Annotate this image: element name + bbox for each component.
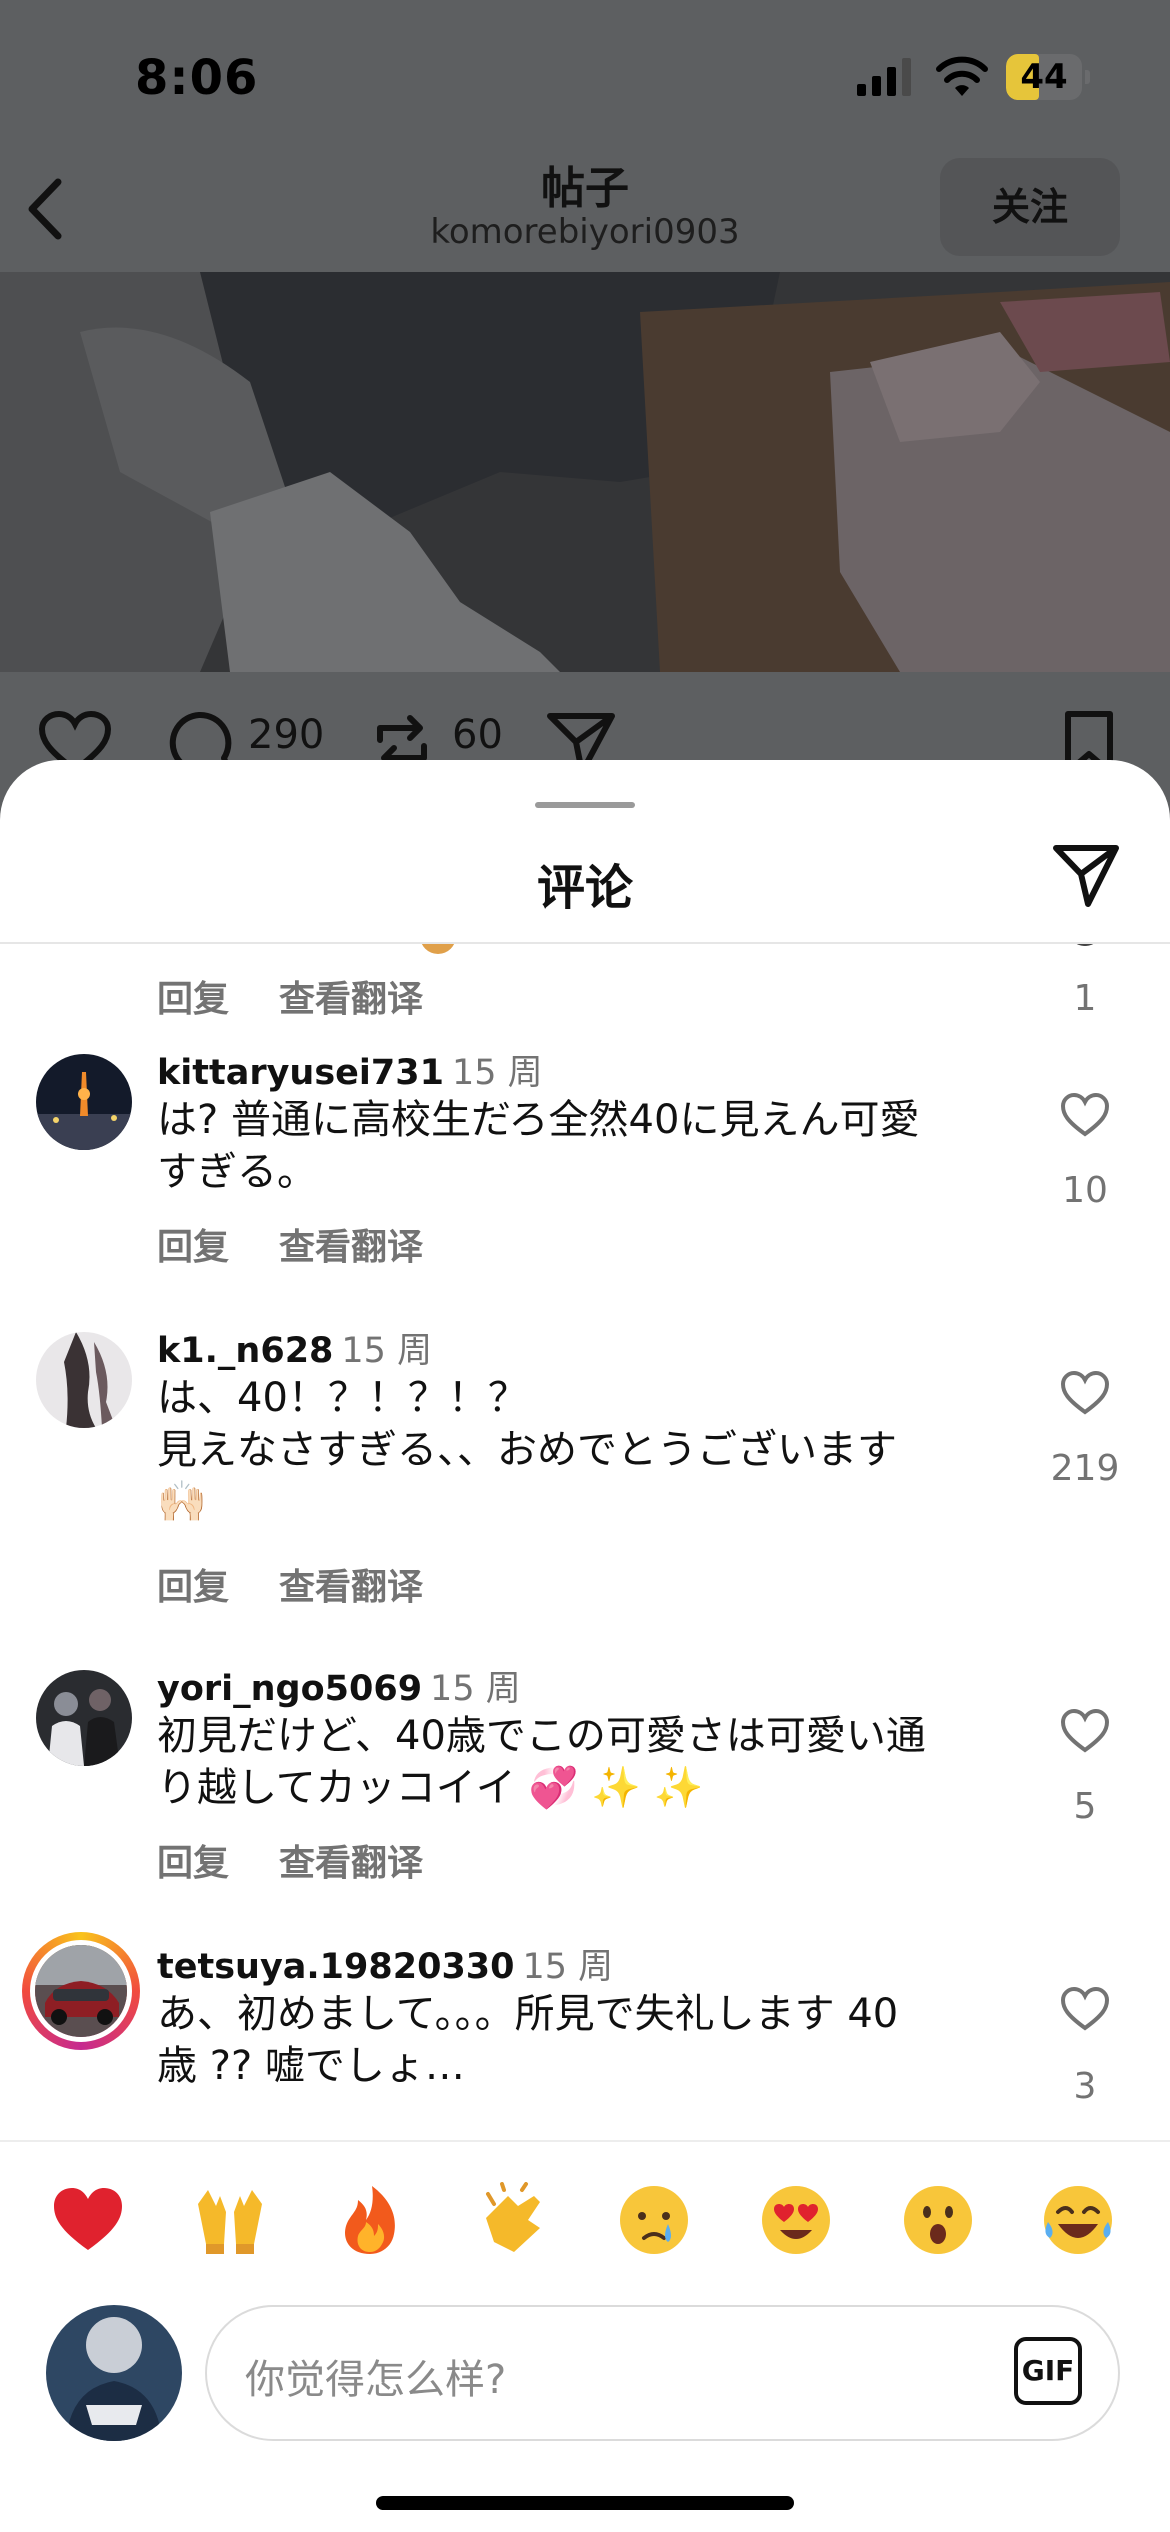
surprised-face-emoji-icon[interactable]: [900, 2182, 976, 2258]
reply-button[interactable]: 回复: [157, 979, 229, 1020]
comment-list[interactable]: 回复 查看翻译 1 kittaryusei731 15 周 は? 普通に高校生だろ全…: [0, 944, 1170, 2140]
like-icon[interactable]: [1060, 1370, 1110, 1416]
comment-time: 15 周: [430, 1669, 521, 1709]
heart-emoji-icon[interactable]: [50, 2182, 126, 2258]
comment-text: は? 普通に高校生だろ全然40に見えん可愛 すぎる。: [157, 1097, 920, 1195]
clapping-emoji-icon[interactable]: [474, 2182, 550, 2258]
like-count: 219: [1050, 1448, 1120, 1489]
send-icon[interactable]: [1050, 840, 1122, 912]
partial-like-icon: [1070, 944, 1100, 946]
avatar[interactable]: [36, 1332, 132, 1428]
comment-username[interactable]: tetsuya.19820330: [157, 1947, 515, 1987]
like-count: 3: [1073, 2066, 1097, 2107]
comment-input-placeholder: 你觉得怎么样?: [245, 2357, 507, 2403]
see-translation-button[interactable]: 查看翻译: [279, 1567, 423, 1608]
crying-face-emoji-icon[interactable]: [616, 2182, 692, 2258]
sheet-title: 评论: [536, 860, 633, 916]
comment-header: yori_ngo5069 15 周: [157, 1660, 521, 1711]
avatar-story-ring[interactable]: [22, 1932, 140, 2050]
comment-header: tetsuya.19820330 15 周: [157, 1938, 613, 1989]
sheet-grabber[interactable]: [535, 802, 635, 808]
comment-input-row: 你觉得怎么样? GIF: [0, 2280, 1170, 2460]
reply-button[interactable]: 回复: [157, 1227, 229, 1268]
status-bar: 8:06 44: [0, 0, 1170, 140]
reply-button[interactable]: 回复: [157, 1843, 229, 1884]
comments-count: 290: [248, 712, 325, 758]
like-icon[interactable]: [1060, 1986, 1110, 2032]
like-icon[interactable]: [1060, 1708, 1110, 1754]
laughing-face-emoji-icon[interactable]: [1040, 2182, 1116, 2258]
comment-text: あ、初めまして。。。所見で失礼します 40 歳 ?? 嘘でしょ…: [157, 1991, 899, 2089]
comment-actions: 回复 查看翻译: [157, 970, 473, 1022]
top-nav: 帖子 komorebiyori0903 关注: [0, 140, 1170, 275]
emoji-bar: [0, 2140, 1170, 2290]
comment-header: k1._n628 15 周: [157, 1322, 432, 1373]
current-user-avatar: [46, 2305, 182, 2441]
post-image: [0, 272, 1170, 672]
comment-text: 初見だけど、40歳でこの可愛さは可愛い通 り越してカッコイイ 💞 ✨ ✨: [157, 1713, 926, 1811]
avatar[interactable]: [36, 1670, 132, 1766]
cellular-signal-icon: [857, 58, 911, 96]
like-count: 5: [1073, 1786, 1097, 1827]
comment-time: 15 周: [451, 1053, 543, 1093]
home-indicator: [376, 2496, 794, 2510]
comment-actions: 回复 查看翻译: [157, 1834, 473, 1886]
follow-button[interactable]: 关注: [940, 158, 1120, 256]
gif-button[interactable]: GIF: [1014, 2337, 1082, 2405]
partial-emoji: [420, 944, 456, 954]
comments-sheet: 评论 回复 查看翻译 1 kittaryusei731 15 周 は? 普通に高…: [0, 760, 1170, 2532]
see-translation-button[interactable]: 查看翻译: [279, 1227, 423, 1268]
comment-username[interactable]: yori_ngo5069: [157, 1669, 422, 1709]
see-translation-button[interactable]: 查看翻译: [279, 979, 423, 1020]
like-count: 10: [1062, 1170, 1108, 1211]
raised-hands-emoji-icon[interactable]: [192, 2182, 268, 2258]
comment-actions: 回复 查看翻译: [157, 1218, 473, 1270]
reply-button[interactable]: 回复: [157, 1567, 229, 1608]
heart-eyes-emoji-icon[interactable]: [758, 2182, 834, 2258]
see-translation-button[interactable]: 查看翻译: [279, 1843, 423, 1884]
avatar[interactable]: [36, 1054, 132, 1150]
comment-username[interactable]: kittaryusei731: [157, 1053, 444, 1093]
like-icon[interactable]: [1060, 1092, 1110, 1138]
comment-actions: 回复 查看翻译: [157, 1558, 473, 1610]
wifi-icon: [936, 56, 988, 96]
reposts-count: 60: [452, 712, 503, 758]
fire-emoji-icon[interactable]: [332, 2182, 408, 2258]
comment-text: は、40！？！？！？ 見えなさすぎる、、おめでとうございます 🙌🏻: [157, 1375, 897, 1525]
comment-username[interactable]: k1._n628: [157, 1331, 333, 1371]
like-count: 1: [1073, 978, 1097, 1019]
status-time: 8:06: [135, 50, 259, 106]
comment-time: 15 周: [522, 1947, 614, 1987]
comment-header: kittaryusei731 15 周: [157, 1044, 543, 1095]
battery-percent: 44: [1020, 57, 1068, 97]
comment-time: 15 周: [341, 1331, 433, 1371]
comment-input[interactable]: 你觉得怎么样? GIF: [205, 2305, 1120, 2441]
battery-indicator: 44: [1006, 54, 1090, 100]
